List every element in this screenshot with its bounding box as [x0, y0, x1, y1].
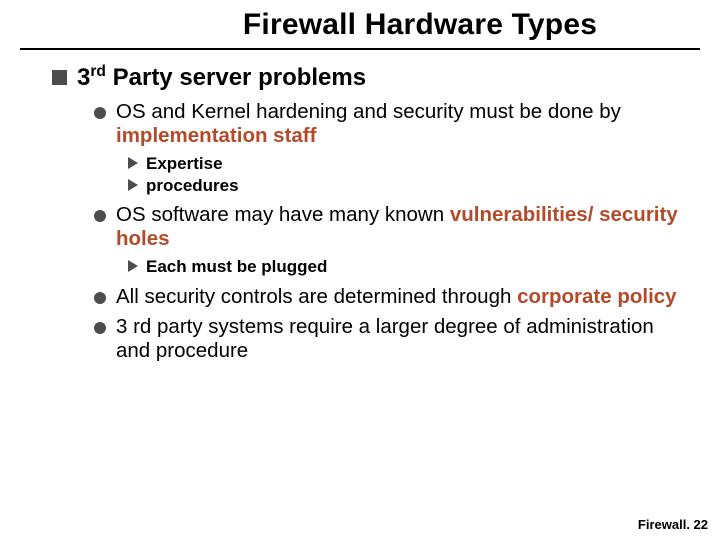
l3-text: Expertise [146, 154, 223, 174]
l3-text: procedures [146, 176, 239, 196]
square-bullet-icon [52, 70, 67, 85]
l2-text: All security controls are determined thr… [116, 285, 677, 309]
title-area: Firewall Hardware Types [0, 0, 720, 46]
l2-pre: OS software may have many known [116, 203, 450, 226]
l3-list: Expertise procedures [94, 154, 690, 195]
l1-post: Party server problems [106, 64, 366, 91]
bullet-l3: Each must be plugged [128, 257, 690, 277]
l1-pre: 3 [77, 64, 90, 91]
arrow-bullet-icon [128, 157, 140, 169]
bullet-l3: Expertise [128, 154, 690, 174]
slide: Firewall Hardware Types 3rd Party server… [0, 0, 720, 540]
round-bullet-icon [94, 292, 106, 304]
l1-sup: rd [90, 63, 106, 80]
l2-pre: All security controls are determined thr… [116, 285, 517, 308]
round-bullet-icon [94, 107, 106, 119]
bullet-l1: 3rd Party server problems [52, 64, 690, 92]
l2-pre: OS and Kernel hardening and security mus… [116, 100, 621, 123]
bullet-l2: 3 rd party systems require a larger degr… [94, 315, 690, 363]
l3-text: Each must be plugged [146, 257, 327, 277]
l3-list: Each must be plugged [94, 257, 690, 277]
l2-text: OS software may have many known vulnerab… [116, 203, 690, 251]
bullet-l2: All security controls are determined thr… [94, 285, 690, 309]
round-bullet-icon [94, 210, 106, 222]
l2-text: 3 rd party systems require a larger degr… [116, 315, 690, 363]
arrow-bullet-icon [128, 260, 140, 272]
slide-footer: Firewall. 22 [638, 517, 708, 532]
slide-title: Firewall Hardware Types [140, 8, 700, 42]
bullet-l3: procedures [128, 176, 690, 196]
l2-text: OS and Kernel hardening and security mus… [116, 100, 690, 148]
round-bullet-icon [94, 322, 106, 334]
l1-text: 3rd Party server problems [77, 64, 366, 92]
l2-em: implementation staff [116, 124, 316, 147]
bullet-l2: OS and Kernel hardening and security mus… [94, 100, 690, 148]
l2-em: corporate policy [517, 285, 677, 308]
slide-body: 3rd Party server problems OS and Kernel … [0, 50, 720, 364]
arrow-bullet-icon [128, 179, 140, 191]
bullet-l2: OS software may have many known vulnerab… [94, 203, 690, 251]
l2-list: OS and Kernel hardening and security mus… [52, 100, 690, 364]
